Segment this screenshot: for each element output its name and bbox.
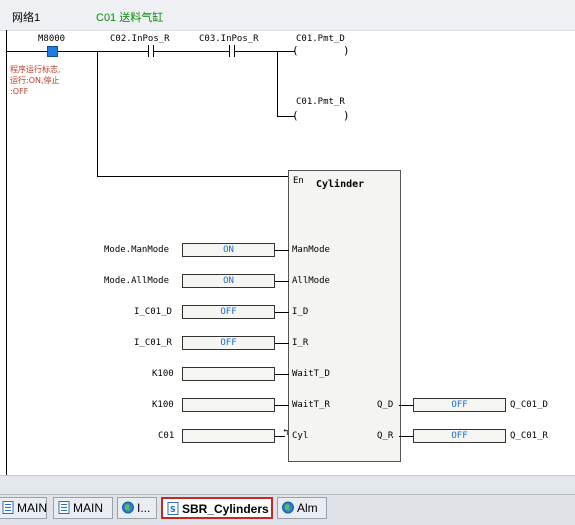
input-source[interactable]: Mode.ManMode (104, 245, 169, 255)
input-wire (275, 312, 289, 313)
branch-wire (277, 51, 278, 117)
coil-left-paren: ( (292, 109, 299, 122)
coil-right-paren: ) (343, 44, 350, 57)
en-wire (97, 51, 98, 177)
fb-pin-allmode: AllMode (292, 276, 330, 286)
subroutine-icon: S (167, 502, 179, 515)
tab-label: Alm (297, 501, 318, 515)
en-wire (97, 176, 288, 177)
tab-main-1[interactable]: MAIN (0, 497, 47, 519)
input-value-box[interactable] (182, 367, 275, 381)
fb-en-pin: En (293, 176, 304, 186)
tab-label: MAIN (17, 501, 47, 515)
input-wire (275, 405, 289, 406)
output-wire (399, 405, 413, 406)
document-icon (2, 501, 14, 514)
document-icon (58, 501, 70, 514)
globe-icon (282, 501, 294, 514)
input-wire (275, 374, 289, 375)
tab-io[interactable]: I... (117, 497, 157, 519)
fb-pin-i-r: I_R (292, 338, 309, 348)
input-value-box[interactable] (182, 429, 275, 443)
output-value-box[interactable]: OFF (413, 429, 506, 443)
input-source[interactable]: K100 (152, 400, 174, 410)
contact-bar-left (148, 45, 149, 57)
contact-bar-left (229, 45, 230, 57)
coil-label-c01-pmt-r[interactable]: C01.Pmt_R (296, 97, 345, 107)
svg-text:S: S (170, 505, 176, 514)
tab-alm[interactable]: Alm (277, 497, 327, 519)
contact-m8000-active-marker[interactable] (47, 46, 58, 57)
input-value-box[interactable]: OFF (182, 336, 275, 350)
network-title: 网络1 (12, 12, 41, 24)
tab-sbr-cylinders[interactable]: S SBR_Cylinders (161, 497, 273, 519)
output-target[interactable]: Q_C01_D (510, 400, 548, 410)
rung-wire (235, 51, 295, 52)
globe-icon (122, 501, 134, 514)
input-source[interactable]: Mode.AllMode (104, 276, 169, 286)
input-wire (275, 250, 289, 251)
tab-label: I... (137, 501, 151, 515)
fb-pin-cyl: Cyl (292, 431, 309, 441)
coil-right-paren: ) (343, 109, 350, 122)
output-target[interactable]: Q_C01_R (510, 431, 548, 441)
fb-name: Cylinder (316, 179, 365, 190)
tab-label: MAIN (73, 501, 103, 515)
power-rail (6, 30, 7, 475)
horizontal-scroll-area[interactable] (0, 475, 575, 495)
rung-wire (6, 51, 47, 52)
coil-label-c01-pmt-d[interactable]: C01.Pmt_D (296, 34, 345, 44)
input-value-box[interactable]: OFF (182, 305, 275, 319)
contact-label-c03-inpos-r[interactable]: C03.InPos_R (199, 34, 259, 44)
input-value-box[interactable] (182, 398, 275, 412)
output-wire (399, 436, 413, 437)
input-source[interactable]: I_C01_R (134, 338, 172, 348)
fb-pin-waitt-d: WaitT_D (292, 369, 330, 379)
fb-pin-manmode: ManMode (292, 245, 330, 255)
fb-pin-waitt-r: WaitT_R (292, 400, 330, 410)
input-value-box[interactable]: ON (182, 243, 275, 257)
contact-label-c02-inpos-r[interactable]: C02.InPos_R (110, 34, 170, 44)
network-comment[interactable]: C01 送料气缸 (96, 9, 163, 25)
network-header (0, 0, 575, 31)
input-wire (275, 343, 289, 344)
tab-label: SBR_Cylinders (182, 502, 269, 516)
input-source[interactable]: K100 (152, 369, 174, 379)
fb-pin-q-r: Q_R (377, 431, 394, 441)
fb-pin-q-d: Q_D (377, 400, 394, 410)
coil-left-paren: ( (292, 44, 299, 57)
output-value-box[interactable]: OFF (413, 398, 506, 412)
contact-label-m8000[interactable]: M8000 (38, 34, 65, 44)
tab-main-2[interactable]: MAIN (53, 497, 113, 519)
fb-pin-i-d: I_D (292, 307, 309, 317)
inout-arrow-icon: ↰ (283, 428, 289, 438)
rung-wire (154, 51, 229, 52)
input-value-box[interactable]: ON (182, 274, 275, 288)
input-source[interactable]: C01 (158, 431, 174, 441)
input-source[interactable]: I_C01_D (134, 307, 172, 317)
input-wire (275, 281, 289, 282)
contact-comment: 程序运行标志, 运行:ON,停止 :OFF (10, 65, 61, 96)
rung-wire (58, 51, 148, 52)
